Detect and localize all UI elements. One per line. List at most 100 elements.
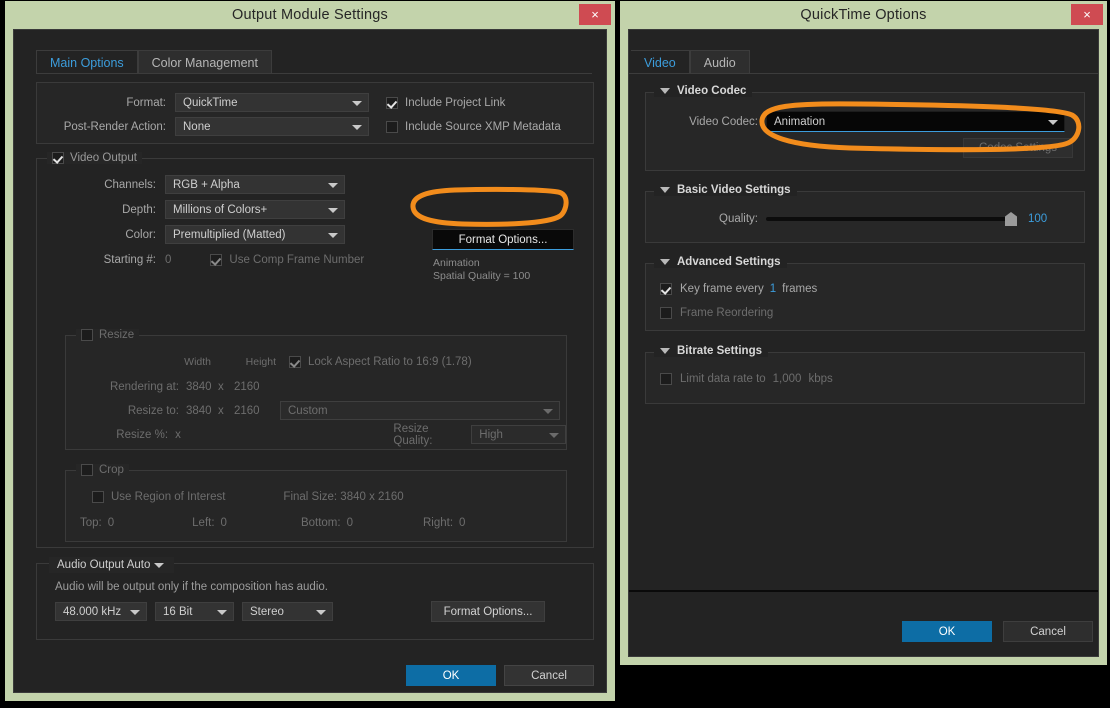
use-region-of-interest-checkbox[interactable]: [92, 491, 104, 503]
height-header: Height: [245, 356, 276, 368]
footer-divider: [629, 590, 1098, 592]
tab-color-management[interactable]: Color Management: [137, 50, 272, 74]
right-ok-label: OK: [938, 625, 956, 638]
codec-settings-label: Codec Settings: [979, 142, 1057, 154]
frame-reordering-checkbox[interactable]: [660, 307, 672, 319]
crop-right-value[interactable]: 0: [459, 517, 465, 529]
resize-checkbox[interactable]: [81, 329, 93, 341]
right-cancel-label: Cancel: [1030, 625, 1066, 638]
depth-select[interactable]: Millions of Colors+: [165, 200, 345, 219]
audio-note: Audio will be output only if the composi…: [55, 581, 328, 593]
advanced-settings-title[interactable]: Advanced Settings: [654, 256, 787, 268]
video-codec-value: Animation: [774, 115, 826, 128]
frame-reordering-label: Frame Reordering: [680, 307, 774, 319]
triangle-down-icon[interactable]: [660, 348, 670, 354]
tab-main-options-label: Main Options: [50, 55, 124, 70]
format-select-value: QuickTime: [183, 96, 238, 109]
resize-to-label: Resize to:: [127, 404, 179, 417]
crop-bottom-value[interactable]: 0: [347, 517, 353, 529]
include-project-link-checkbox[interactable]: [386, 96, 398, 109]
right-cancel-button[interactable]: Cancel: [1003, 621, 1093, 642]
crop-checkbox[interactable]: [81, 464, 93, 476]
audio-output-select[interactable]: Audio Output Auto: [53, 557, 170, 573]
audio-output-group-title[interactable]: Audio Output Auto: [49, 557, 175, 573]
triangle-down-icon[interactable]: [660, 88, 670, 94]
key-frame-prefix-label: Key frame every: [680, 283, 764, 295]
left-ok-label: OK: [442, 669, 460, 682]
lock-aspect-ratio-checkbox[interactable]: [289, 356, 301, 368]
close-icon[interactable]: ×: [579, 4, 611, 25]
resize-to-width[interactable]: 3840: [186, 405, 218, 417]
quality-slider-thumb[interactable]: [1005, 212, 1017, 226]
resize-percent-label: Resize %:: [116, 428, 169, 441]
crop-left-label: Left:: [192, 517, 215, 529]
audio-sample-rate-select[interactable]: 48.000 kHz: [55, 602, 147, 621]
chevron-down-icon: [154, 563, 165, 568]
crop-label: Crop: [99, 464, 124, 476]
use-comp-frame-number-label: Use Comp Frame Number: [229, 253, 365, 266]
bitrate-settings-title[interactable]: Bitrate Settings: [654, 345, 768, 357]
limit-data-rate-value[interactable]: 1,000: [773, 373, 802, 385]
limit-data-rate-checkbox[interactable]: [660, 373, 672, 385]
output-module-settings-window: Output Module Settings × Main Options Co…: [5, 1, 615, 701]
right-window-titlebar: QuickTime Options ×: [620, 1, 1107, 29]
key-frame-value[interactable]: 1: [770, 283, 776, 295]
crop-left-value[interactable]: 0: [221, 517, 227, 529]
triangle-down-icon[interactable]: [660, 187, 670, 193]
codec-settings-button[interactable]: Codec Settings: [963, 138, 1073, 158]
tab-main-options[interactable]: Main Options: [36, 50, 138, 74]
resize-to-height[interactable]: 2160: [234, 405, 280, 417]
audio-format-options-label: Format Options...: [443, 605, 533, 618]
video-format-options-button[interactable]: Format Options...: [432, 229, 574, 250]
limit-data-rate-label: Limit data rate to: [680, 373, 766, 385]
tab-audio[interactable]: Audio: [689, 50, 750, 74]
quicktime-options-window: QuickTime Options × Video Audio Video Co…: [620, 1, 1107, 665]
crop-top-label: Top:: [80, 517, 102, 529]
video-output-checkbox[interactable]: [52, 152, 64, 164]
left-cancel-button[interactable]: Cancel: [504, 665, 594, 686]
quality-slider[interactable]: [766, 211, 1017, 227]
crop-group: Crop Use Region of Interest Final Size: …: [65, 464, 567, 542]
audio-bit-depth-select[interactable]: 16 Bit: [155, 602, 234, 621]
resize-percent-x: x: [175, 428, 181, 441]
crop-right-label: Right:: [423, 517, 454, 529]
format-select[interactable]: QuickTime: [175, 93, 369, 112]
video-codec-section-title[interactable]: Video Codec: [654, 85, 753, 97]
format-summary: Animation Spatial Quality = 100: [433, 257, 530, 283]
use-comp-frame-number-checkbox[interactable]: [210, 253, 223, 266]
right-ok-button[interactable]: OK: [902, 621, 992, 642]
post-render-action-select[interactable]: None: [175, 117, 369, 136]
color-value: Premultiplied (Matted): [173, 228, 286, 241]
rendering-at-label: Rendering at:: [109, 380, 179, 393]
left-cancel-label: Cancel: [531, 669, 567, 682]
resize-preset-value: Custom: [288, 404, 328, 417]
color-label: Color:: [125, 228, 156, 241]
left-ok-button[interactable]: OK: [406, 665, 496, 686]
include-xmp-checkbox[interactable]: [386, 120, 398, 133]
audio-format-options-button[interactable]: Format Options...: [431, 601, 545, 622]
triangle-down-icon[interactable]: [660, 259, 670, 265]
bitrate-settings-section: Bitrate Settings Limit data rate to 1,00…: [645, 345, 1085, 404]
color-select[interactable]: Premultiplied (Matted): [165, 225, 345, 244]
starting-number-value[interactable]: 0: [165, 254, 171, 266]
quality-slider-track: [766, 217, 1016, 221]
right-window-title: QuickTime Options: [800, 7, 927, 23]
chevron-down-icon: [328, 182, 338, 188]
basic-video-settings-title[interactable]: Basic Video Settings: [654, 184, 797, 196]
close-icon[interactable]: ×: [1071, 4, 1103, 25]
channels-value: RGB + Alpha: [173, 178, 240, 191]
resize-quality-select[interactable]: High: [471, 425, 567, 444]
tab-video[interactable]: Video: [631, 50, 690, 74]
crop-top-value[interactable]: 0: [108, 517, 114, 529]
bitrate-settings-label: Bitrate Settings: [677, 345, 762, 357]
audio-channels-select[interactable]: Stereo: [242, 602, 333, 621]
left-tabs: Main Options Color Management: [36, 50, 272, 74]
key-frame-checkbox[interactable]: [660, 283, 672, 295]
audio-bit-depth-value: 16 Bit: [163, 605, 193, 618]
resize-preset-select[interactable]: Custom: [280, 401, 560, 420]
video-codec-select[interactable]: Animation: [766, 111, 1065, 132]
rendering-at-width: 3840: [186, 380, 212, 393]
crop-group-title: Crop: [76, 464, 129, 476]
channels-select[interactable]: RGB + Alpha: [165, 175, 345, 194]
left-window-title: Output Module Settings: [232, 7, 388, 23]
